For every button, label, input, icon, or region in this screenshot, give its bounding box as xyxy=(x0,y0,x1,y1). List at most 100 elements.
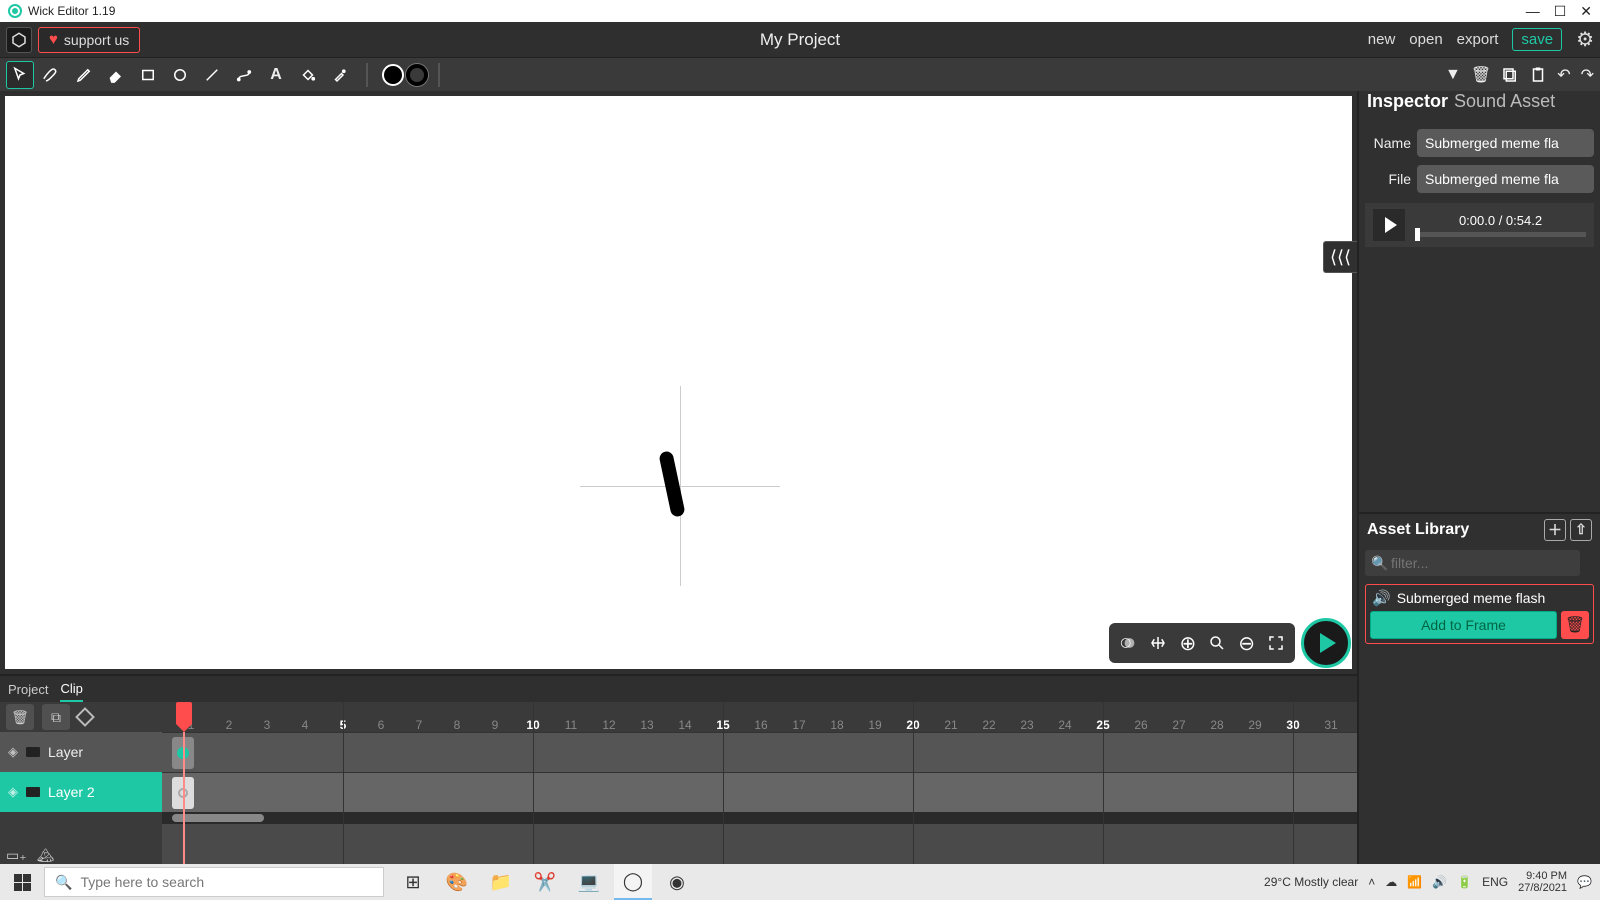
ruler-tick[interactable]: 27 xyxy=(1160,718,1198,732)
app-icon[interactable]: 💻 xyxy=(570,864,608,900)
playhead[interactable] xyxy=(176,702,192,864)
ruler-tick[interactable]: 21 xyxy=(932,718,970,732)
add-layer-icon[interactable]: ▭₊ xyxy=(6,847,27,864)
paint-app-icon[interactable]: 🎨 xyxy=(438,864,476,900)
text-tool[interactable]: A xyxy=(262,61,290,89)
tray-chevron-icon[interactable]: ˄ xyxy=(1368,875,1375,889)
wick-app-icon[interactable]: ◯ xyxy=(614,864,652,900)
asset-item[interactable]: 🔊 Submerged meme flash Add to Frame 🗑 xyxy=(1365,584,1594,644)
project-title[interactable]: My Project xyxy=(760,30,840,50)
export-button[interactable]: export xyxy=(1457,31,1499,48)
layer-row-2[interactable]: ◈ Layer 2 xyxy=(0,772,162,812)
collapse-panel-button[interactable]: ⟨⟨⟨ xyxy=(1323,241,1357,273)
layer-visibility-icon[interactable]: ◈ xyxy=(8,784,18,800)
window-close-icon[interactable]: ✕ xyxy=(1580,3,1592,20)
add-asset-button[interactable]: ＋ xyxy=(1544,519,1566,541)
window-minimize-icon[interactable]: — xyxy=(1526,3,1540,20)
dropdown-icon[interactable]: ▼ xyxy=(1445,66,1461,84)
tab-project[interactable]: Project xyxy=(8,682,48,701)
support-us-button[interactable]: ♥ support us xyxy=(38,27,140,53)
layer-row-1[interactable]: ◈ Layer xyxy=(0,732,162,772)
canvas-area[interactable]: ⟨⟨⟨ ⊕ ⊖ xyxy=(0,91,1357,674)
ruler-tick[interactable]: 26 xyxy=(1122,718,1160,732)
delete-layer-button[interactable]: 🗑 xyxy=(6,704,34,730)
file-explorer-icon[interactable]: 📁 xyxy=(482,864,520,900)
ruler-tick[interactable]: 28 xyxy=(1198,718,1236,732)
fill-bucket-tool[interactable] xyxy=(294,61,322,89)
paste-icon[interactable] xyxy=(1529,66,1547,84)
ellipse-tool[interactable] xyxy=(166,61,194,89)
timeline-scrollbar[interactable] xyxy=(162,812,1357,824)
taskbar-search[interactable]: 🔍 Type here to search xyxy=(44,867,384,897)
new-button[interactable]: new xyxy=(1368,31,1396,48)
duplicate-layer-button[interactable]: ⧉ xyxy=(42,704,70,730)
ruler-tick[interactable]: 17 xyxy=(780,718,818,732)
notifications-icon[interactable]: 💬 xyxy=(1577,875,1592,889)
zoom-out-icon[interactable]: ⊖ xyxy=(1238,631,1255,656)
delete-asset-button[interactable]: 🗑 xyxy=(1561,611,1589,639)
line-tool[interactable] xyxy=(198,61,226,89)
eraser-tool[interactable] xyxy=(102,61,130,89)
ruler-tick[interactable]: 11 xyxy=(552,718,590,732)
ruler-tick[interactable]: 14 xyxy=(666,718,704,732)
ruler-tick[interactable]: 23 xyxy=(1008,718,1046,732)
taskbar-clock[interactable]: 9:40 PM 27/8/2021 xyxy=(1518,870,1567,894)
eyedropper-tool[interactable] xyxy=(326,61,354,89)
brush-tool[interactable] xyxy=(38,61,66,89)
ruler-tick[interactable]: 16 xyxy=(742,718,780,732)
ruler-tick[interactable]: 24 xyxy=(1046,718,1084,732)
add-to-frame-button[interactable]: Add to Frame xyxy=(1370,611,1557,639)
upload-asset-button[interactable]: ⇧ xyxy=(1570,519,1592,541)
ruler-tick[interactable]: 31 xyxy=(1312,718,1350,732)
fill-color-swatch[interactable] xyxy=(382,64,404,86)
battery-icon[interactable]: 🔋 xyxy=(1457,875,1472,889)
rectangle-tool[interactable] xyxy=(134,61,162,89)
onion-skin-icon[interactable] xyxy=(1119,634,1137,652)
onedrive-icon[interactable]: ☁ xyxy=(1385,875,1397,889)
weather-widget[interactable]: 29°C Mostly clear xyxy=(1264,875,1358,889)
stage[interactable] xyxy=(5,96,1352,669)
ruler-tick[interactable]: 8 xyxy=(438,718,476,732)
chrome-icon[interactable]: ◉ xyxy=(658,864,696,900)
asset-filter-input[interactable] xyxy=(1365,550,1580,576)
keyframe-icon[interactable] xyxy=(75,707,95,727)
track-row-2[interactable] xyxy=(162,772,1357,812)
pencil-tool[interactable] xyxy=(70,61,98,89)
settings-button[interactable]: ⚙ xyxy=(1576,27,1594,52)
zoom-icon[interactable] xyxy=(1208,634,1226,652)
sound-progress-bar[interactable] xyxy=(1415,232,1586,237)
drawn-stroke[interactable] xyxy=(658,450,685,517)
home-button[interactable] xyxy=(6,27,32,53)
ruler-tick[interactable]: 9 xyxy=(476,718,514,732)
open-button[interactable]: open xyxy=(1409,31,1442,48)
add-image-layer-icon[interactable]: 🏔 xyxy=(37,847,55,864)
window-maximize-icon[interactable]: ☐ xyxy=(1554,3,1567,20)
ruler-tick[interactable]: 29 xyxy=(1236,718,1274,732)
name-input[interactable]: Submerged meme fla xyxy=(1417,129,1594,157)
stroke-color-swatch[interactable] xyxy=(406,64,428,86)
ruler-tick[interactable]: 2 xyxy=(210,718,248,732)
ruler-tick[interactable]: 7 xyxy=(400,718,438,732)
snip-app-icon[interactable]: ✂️ xyxy=(526,864,564,900)
undo-icon[interactable]: ↶ xyxy=(1557,65,1570,85)
path-tool[interactable] xyxy=(230,61,258,89)
redo-icon[interactable]: ↷ xyxy=(1581,65,1594,85)
volume-icon[interactable]: 🔊 xyxy=(1432,875,1447,889)
file-input[interactable]: Submerged meme fla xyxy=(1417,165,1594,193)
zoom-in-icon[interactable]: ⊕ xyxy=(1179,631,1196,656)
save-button[interactable]: save xyxy=(1512,28,1562,51)
play-preview-button[interactable] xyxy=(1301,618,1351,668)
ruler-tick[interactable]: 12 xyxy=(590,718,628,732)
ruler-tick[interactable]: 4 xyxy=(286,718,324,732)
ruler-tick[interactable]: 3 xyxy=(248,718,286,732)
delete-icon[interactable]: 🗑 xyxy=(1471,65,1491,85)
ruler-tick[interactable]: 19 xyxy=(856,718,894,732)
pan-icon[interactable] xyxy=(1149,634,1167,652)
tab-clip[interactable]: Clip xyxy=(60,681,82,702)
start-button[interactable] xyxy=(0,864,44,900)
wifi-icon[interactable]: 📶 xyxy=(1407,875,1422,889)
ruler-tick[interactable]: 6 xyxy=(362,718,400,732)
task-view-icon[interactable]: ⊞ xyxy=(394,864,432,900)
copy-icon[interactable] xyxy=(1501,66,1519,84)
ruler-tick[interactable]: 18 xyxy=(818,718,856,732)
